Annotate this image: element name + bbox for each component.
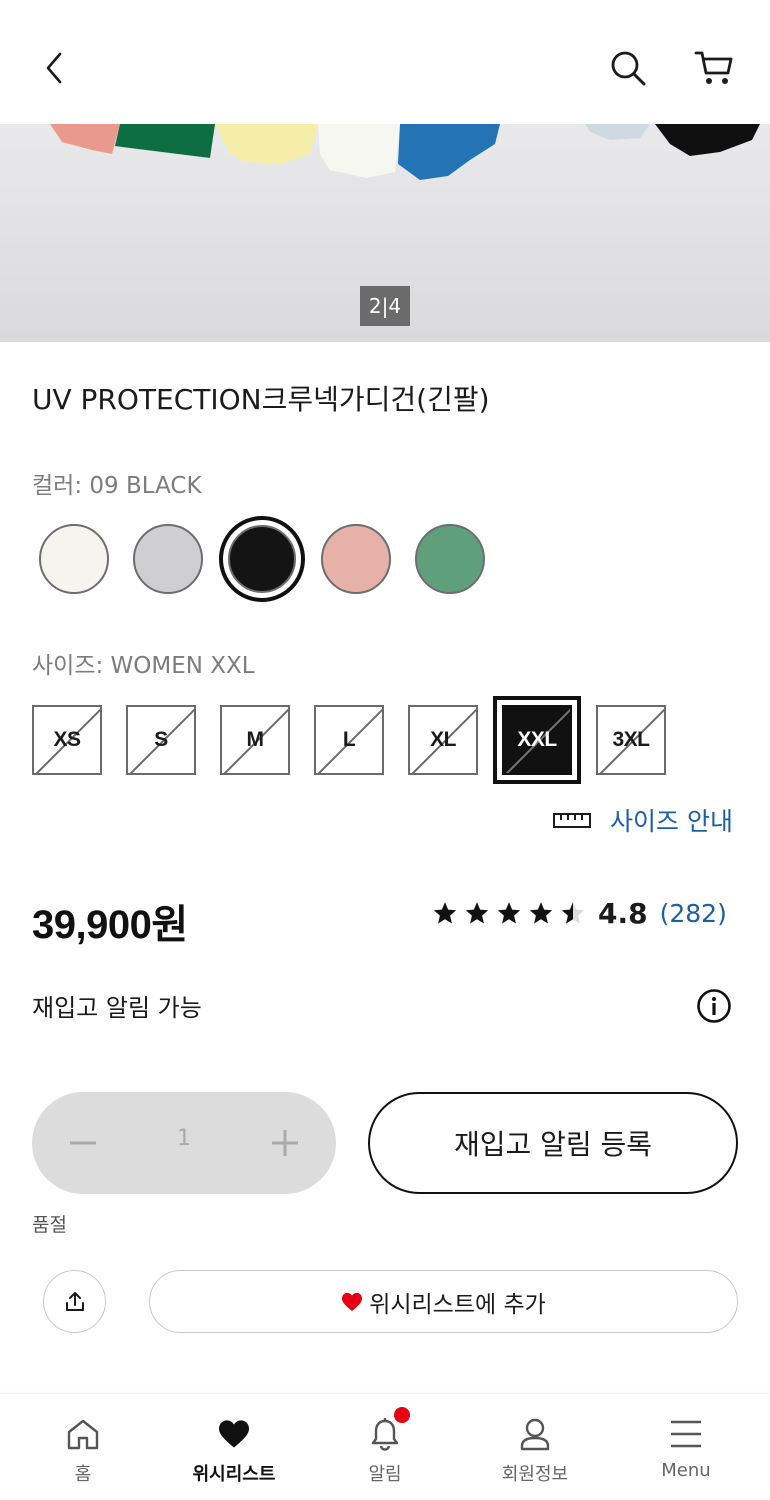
product-title: UV PROTECTION크루넥가디건(긴팔)	[32, 383, 490, 416]
size-option-m[interactable]: M	[220, 705, 290, 775]
restock-notify-button[interactable]: 재입고 알림 등록	[368, 1092, 738, 1194]
size-option-label: XS	[53, 728, 81, 751]
home-icon	[67, 1419, 99, 1450]
soldout-label: 품절	[32, 1214, 67, 1236]
size-option-xs[interactable]: XS	[32, 705, 102, 775]
size-guide-label: 사이즈 안내	[610, 807, 733, 836]
heart-icon	[342, 1292, 363, 1311]
share-icon	[65, 1291, 84, 1311]
nav-item-menu[interactable]: Menu	[626, 1394, 746, 1500]
add-to-wishlist-button[interactable]: 위시리스트에 추가	[149, 1270, 738, 1333]
nav-item-label: 홈	[74, 1464, 92, 1485]
color-swatch-white[interactable]	[39, 524, 109, 594]
heart-icon	[219, 1420, 249, 1448]
size-option-3xl[interactable]: 3XL	[596, 705, 666, 775]
back-button[interactable]	[25, 38, 85, 98]
user-icon	[520, 1418, 550, 1451]
size-option-label: XXL	[517, 728, 557, 751]
bell-icon	[371, 1418, 399, 1451]
color-swatch-pink[interactable]	[321, 524, 391, 594]
nav-item-wishlist[interactable]: 위시리스트	[174, 1394, 294, 1500]
quantity-increase-button[interactable]	[260, 1118, 310, 1168]
menu-icon	[671, 1420, 701, 1448]
search-button[interactable]	[598, 38, 658, 98]
size-option-label: XL	[430, 728, 456, 751]
half-star-icon	[561, 902, 585, 924]
size-option-label: M	[246, 728, 265, 751]
star-icon	[465, 902, 489, 924]
color-swatch-black-fill	[228, 525, 296, 593]
color-swatch-black[interactable]	[219, 516, 305, 602]
restock-available-text: 재입고 알림 가능	[32, 994, 202, 1022]
quantity-value: 1	[177, 1126, 191, 1151]
color-label: 컬러: 09 BLACK	[32, 473, 202, 499]
add-to-wishlist-label: 위시리스트에 추가	[369, 1291, 546, 1318]
chevron-left-icon	[46, 52, 62, 84]
size-guide-link[interactable]: 사이즈 안내	[552, 800, 733, 840]
review-count-link[interactable]: (282)	[660, 899, 727, 928]
star-icon	[433, 902, 457, 924]
image-pager: 2|4	[360, 286, 410, 326]
rating-stars	[432, 900, 592, 926]
info-button[interactable]	[696, 988, 732, 1024]
ruler-icon	[553, 813, 591, 828]
share-button[interactable]	[43, 1270, 106, 1333]
nav-item-label: 위시리스트	[192, 1464, 276, 1485]
nav-item-label: 알림	[368, 1464, 402, 1485]
top-header	[0, 0, 770, 124]
size-option-label: 3XL	[612, 728, 650, 751]
notification-badge	[394, 1407, 410, 1423]
rating-value: 4.8	[598, 896, 648, 930]
star-icon	[497, 902, 521, 924]
nav-item-label: Menu	[661, 1460, 711, 1481]
color-swatch-green[interactable]	[415, 524, 485, 594]
bottom-nav: 홈 위시리스트 알림 회원정보 Menu	[0, 1394, 770, 1500]
nav-item-home[interactable]: 홈	[23, 1394, 143, 1500]
size-option-xl[interactable]: XL	[408, 705, 478, 775]
cart-button[interactable]	[684, 38, 744, 98]
rating-summary[interactable]: 4.8 (282)	[432, 893, 727, 933]
size-option-xxl[interactable]: XXL	[493, 696, 581, 784]
nav-item-label: 회원정보	[501, 1464, 569, 1485]
nav-item-member-info[interactable]: 회원정보	[475, 1394, 595, 1500]
info-icon	[697, 989, 731, 1023]
size-option-label: L	[342, 728, 356, 751]
color-swatch-gray[interactable]	[133, 524, 203, 594]
size-option-l[interactable]: L	[314, 705, 384, 775]
star-icon	[529, 902, 553, 924]
quantity-decrease-button[interactable]	[58, 1118, 108, 1168]
size-label: 사이즈: WOMEN XXL	[32, 653, 255, 679]
cart-icon	[694, 51, 733, 84]
plus-icon	[272, 1130, 298, 1156]
quantity-stepper: 1	[32, 1092, 336, 1194]
minus-icon	[70, 1141, 96, 1145]
nav-item-notifications[interactable]: 알림	[325, 1394, 445, 1500]
size-option-label: S	[154, 728, 168, 751]
size-option-s[interactable]: S	[126, 705, 196, 775]
search-icon	[611, 51, 646, 86]
product-price: 39,900원	[32, 903, 188, 947]
